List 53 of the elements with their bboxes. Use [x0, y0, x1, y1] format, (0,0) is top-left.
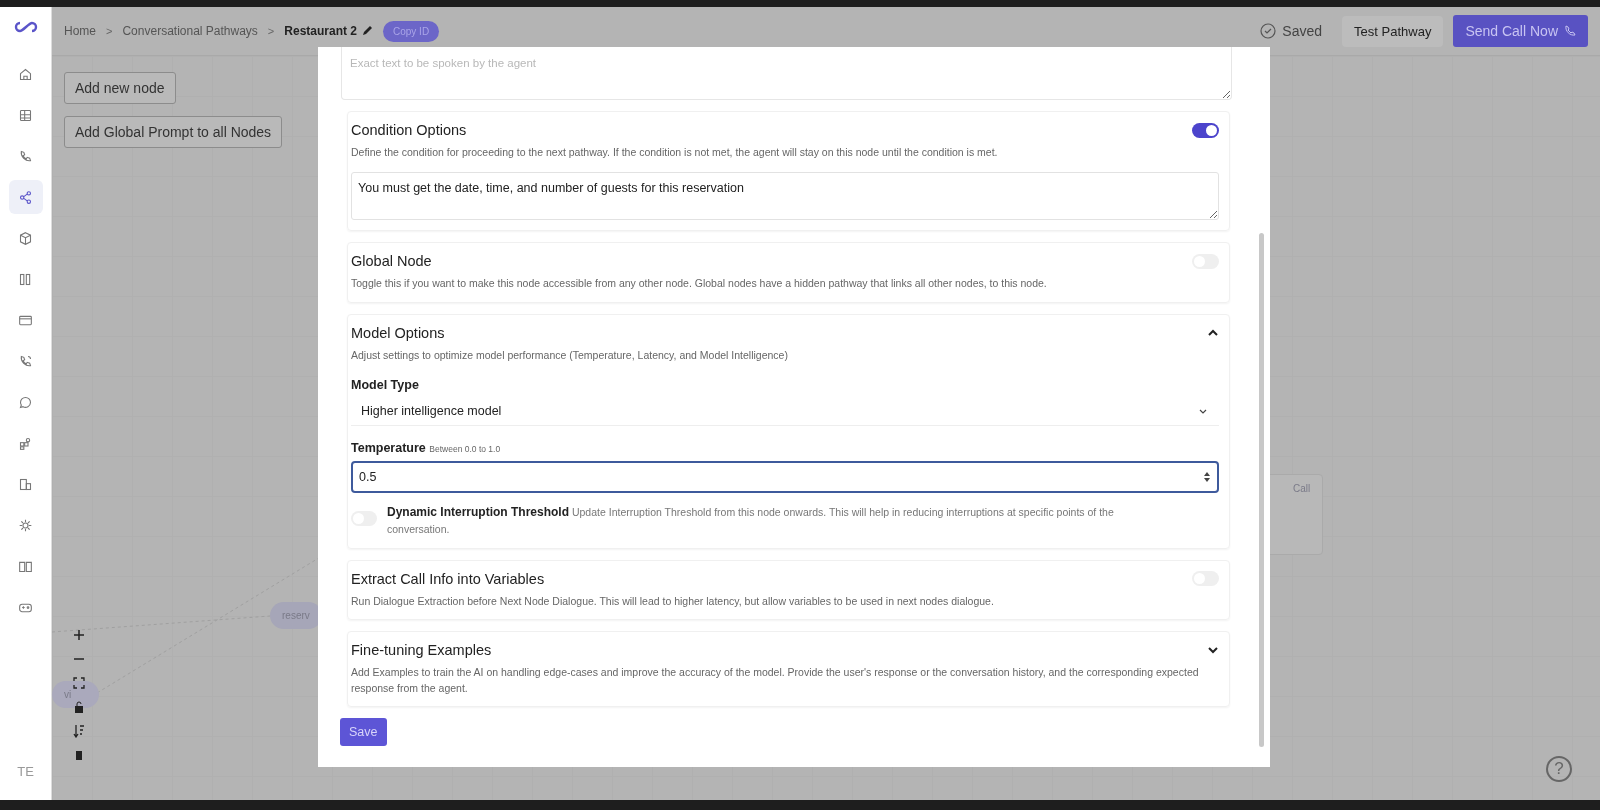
breadcrumb: Restaurant 2 [284, 24, 357, 38]
section-title: Condition Options [351, 122, 467, 138]
section-description: Define the condition for proceeding to the next pathway. If the condition is not met, the agent will stay on this node until the condition is met. [351, 145, 999, 160]
breadcrumb-separator: > [106, 25, 113, 37]
chat-icon [18, 394, 33, 410]
help-button[interactable]: ? [1546, 756, 1572, 782]
test-pathway-button[interactable]: Test Pathway [1342, 15, 1444, 47]
breadcrumb[interactable]: Conversational Pathways [122, 24, 258, 38]
sort-icon[interactable] [73, 724, 85, 738]
spinner-arrows-icon[interactable] [1203, 470, 1211, 483]
temperature-field[interactable]: 0.5 [351, 460, 1219, 493]
field-label: Temperature Between 0.0 to 1.0 [351, 440, 502, 455]
section-title: Global Node [351, 253, 432, 270]
copy-id-button[interactable]: Copy ID [383, 20, 440, 42]
section-title: Fine-tuning Examples [351, 641, 492, 658]
section-description: Adjust settings to optimize model performance (Temperature, Latency, and Model Intelligence) [351, 347, 789, 363]
threshold-description: Dynamic Interruption Threshold Update Interruption Threshold from this node onwards. This will help in reducing interruptions at specific points of the conversation. [387, 503, 1115, 538]
lock-icon[interactable] [73, 700, 85, 714]
pencil-icon[interactable] [361, 25, 373, 37]
saved-status: Saved [1282, 23, 1323, 39]
user-initials[interactable]: TE [7, 756, 44, 786]
logo-icon[interactable] [13, 19, 38, 35]
field-label: Model Type [351, 377, 420, 392]
section-title: Model Options [351, 324, 445, 341]
section-description: Toggle this if you want to make this node accessible from any other node. Global nodes have a hidden pathway that links all other nodes, to this node. [351, 276, 1048, 292]
condition-field[interactable]: You must get the date, time, and number of guests for this reservation [351, 172, 1219, 221]
canvas-button[interactable]: Add Global Prompt to all Nodes [64, 116, 283, 148]
phone-icon [1564, 25, 1576, 37]
building-icon [18, 476, 33, 492]
blocks-icon [18, 435, 33, 451]
breadcrumb[interactable]: Home [64, 24, 96, 38]
toggle-switch[interactable] [1192, 122, 1219, 138]
fit-view-icon[interactable] [73, 676, 85, 690]
trash-icon[interactable] [73, 748, 85, 762]
grid-icon [18, 107, 33, 123]
zoom-in-icon[interactable] [73, 628, 85, 642]
section-description: Add Examples to train the AI on handling edge-cases and improve the accuracy of the model. Provide the user's response or the conversation history, and the corresponding expected response from the agent. [351, 664, 1200, 697]
share-icon [18, 189, 33, 205]
scrollbar[interactable] [1259, 233, 1264, 747]
columns-icon [18, 271, 33, 287]
prompt-field[interactable]: Exact text to be spoken by the agent [341, 47, 1232, 100]
phone-icon [18, 353, 33, 369]
nav-item[interactable] [8, 180, 43, 214]
check-circle-icon [1260, 23, 1277, 39]
home-icon [18, 66, 33, 82]
section-title: Extract Call Info into Variables [351, 570, 545, 587]
breadcrumb-separator: > [267, 25, 275, 37]
cube-icon [18, 230, 33, 246]
section-description: Run Dialogue Extraction before Next Node Dialogue. This will lead to higher latency, but allow variables to be used in next nodes dialogue. [351, 593, 995, 609]
canvas-button[interactable]: Add new node [64, 72, 176, 104]
save-button[interactable]: Save [340, 718, 387, 747]
phone-icon [18, 148, 33, 164]
send-call-button[interactable]: Send Call Now [1453, 15, 1588, 47]
